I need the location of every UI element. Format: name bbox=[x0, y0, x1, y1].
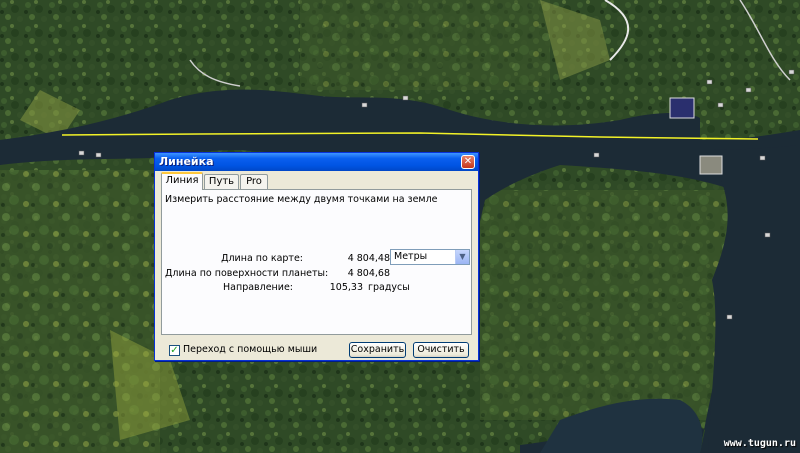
direction-unit: градусы bbox=[368, 282, 410, 293]
chevron-down-icon[interactable]: ▼ bbox=[455, 250, 469, 264]
tab-line[interactable]: Линия bbox=[161, 172, 203, 190]
tab-path[interactable]: Путь bbox=[204, 174, 239, 189]
tab-panel: Измерить расстояние между двумя точками … bbox=[161, 189, 472, 335]
description-text: Измерить расстояние между двумя точками … bbox=[165, 194, 438, 205]
save-button[interactable]: Сохранить bbox=[349, 342, 406, 358]
tab-pro[interactable]: Pro bbox=[240, 174, 268, 189]
tab-pro-label: Pro bbox=[246, 176, 262, 187]
unit-select[interactable]: Метры ▼ bbox=[390, 249, 470, 265]
dialog-titlebar[interactable]: Линейка ✕ bbox=[155, 153, 478, 171]
direction-label: Направление: bbox=[223, 282, 293, 293]
checkmark-icon: ✓ bbox=[170, 345, 179, 356]
direction-value: 105,33 bbox=[329, 282, 363, 293]
mouse-nav-label: Переход с помощью мыши bbox=[183, 344, 318, 355]
tab-line-label: Линия bbox=[165, 175, 199, 186]
mouse-nav-checkbox[interactable]: ✓ bbox=[169, 345, 180, 356]
surface-length-label: Длина по поверхности планеты: bbox=[165, 268, 329, 279]
surface-length-value: 4 804,68 bbox=[347, 268, 390, 279]
map-length-value: 4 804,48 bbox=[347, 253, 390, 264]
ruler-dialog: Линейка ✕ Линия Путь Pro Измерить рассто… bbox=[154, 152, 479, 361]
close-icon: ✕ bbox=[463, 156, 473, 167]
dialog-title: Линейка bbox=[159, 155, 214, 168]
map-length-label: Длина по карте: bbox=[221, 253, 303, 264]
watermark: www.tugun.ru bbox=[723, 438, 796, 449]
close-button[interactable]: ✕ bbox=[461, 155, 475, 169]
clear-button[interactable]: Очистить bbox=[413, 342, 469, 358]
tab-path-label: Путь bbox=[208, 176, 235, 187]
unit-select-value: Метры bbox=[394, 251, 428, 262]
